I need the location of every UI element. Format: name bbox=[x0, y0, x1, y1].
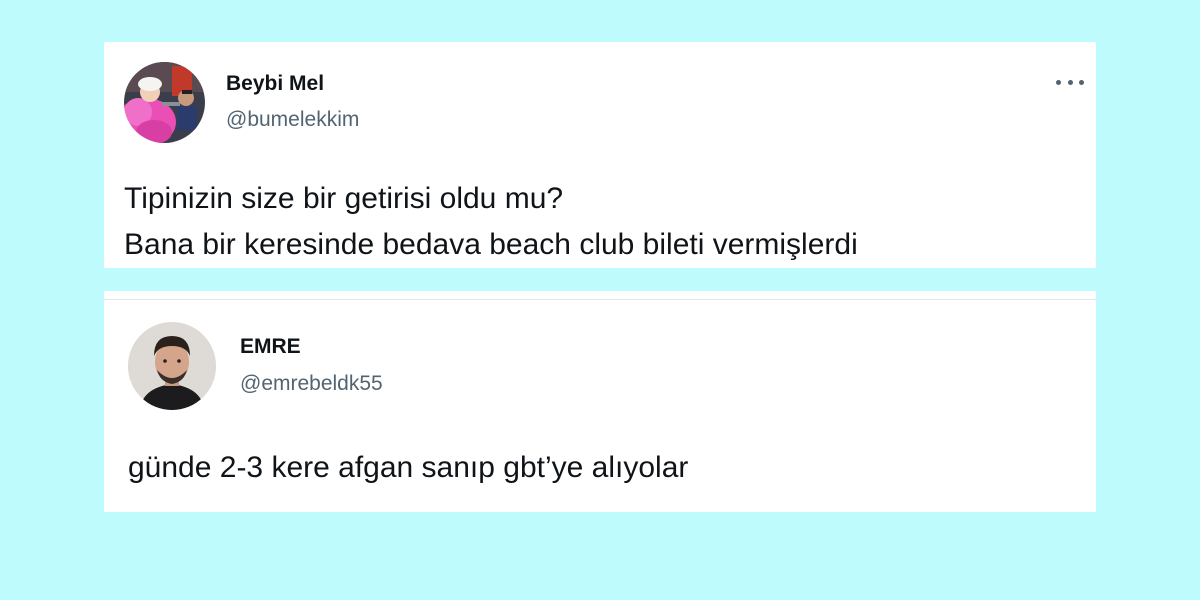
avatar[interactable] bbox=[124, 62, 205, 143]
avatar[interactable] bbox=[128, 322, 216, 410]
tweet-card-emre[interactable]: EMRE @emrebeldk55 günde 2-3 kere afgan s… bbox=[104, 291, 1096, 512]
tweet-text: günde 2-3 kere afgan sanıp gbt’ye alıyol… bbox=[128, 445, 688, 491]
more-options-icon[interactable] bbox=[1056, 76, 1084, 88]
user-handle[interactable]: @emrebeldk55 bbox=[240, 372, 383, 396]
user-handle[interactable]: @bumelekkim bbox=[226, 108, 359, 132]
divider bbox=[104, 299, 1096, 300]
display-name[interactable]: EMRE bbox=[240, 335, 301, 359]
tweet-text-line: günde 2-3 kere afgan sanıp gbt’ye alıyol… bbox=[128, 451, 689, 484]
tweet-text: Tipinizin size bir getirisi oldu mu? Ban… bbox=[124, 176, 858, 268]
display-name[interactable]: Beybi Mel bbox=[226, 72, 324, 96]
profile-photo-icon bbox=[128, 322, 216, 410]
dot bbox=[1067, 79, 1073, 85]
tweet-card-beybi-mel[interactable]: Beybi Mel @bumelekkim Tipinizin size bir… bbox=[104, 42, 1096, 268]
tweet-text-line: Tipinizin size bir getirisi oldu mu? bbox=[124, 182, 564, 215]
profile-photo-icon bbox=[124, 62, 205, 143]
tweet-text-line: Bana bir keresinde bedava beach club bil… bbox=[124, 228, 858, 261]
dot bbox=[1079, 79, 1084, 85]
dot bbox=[1056, 79, 1061, 85]
